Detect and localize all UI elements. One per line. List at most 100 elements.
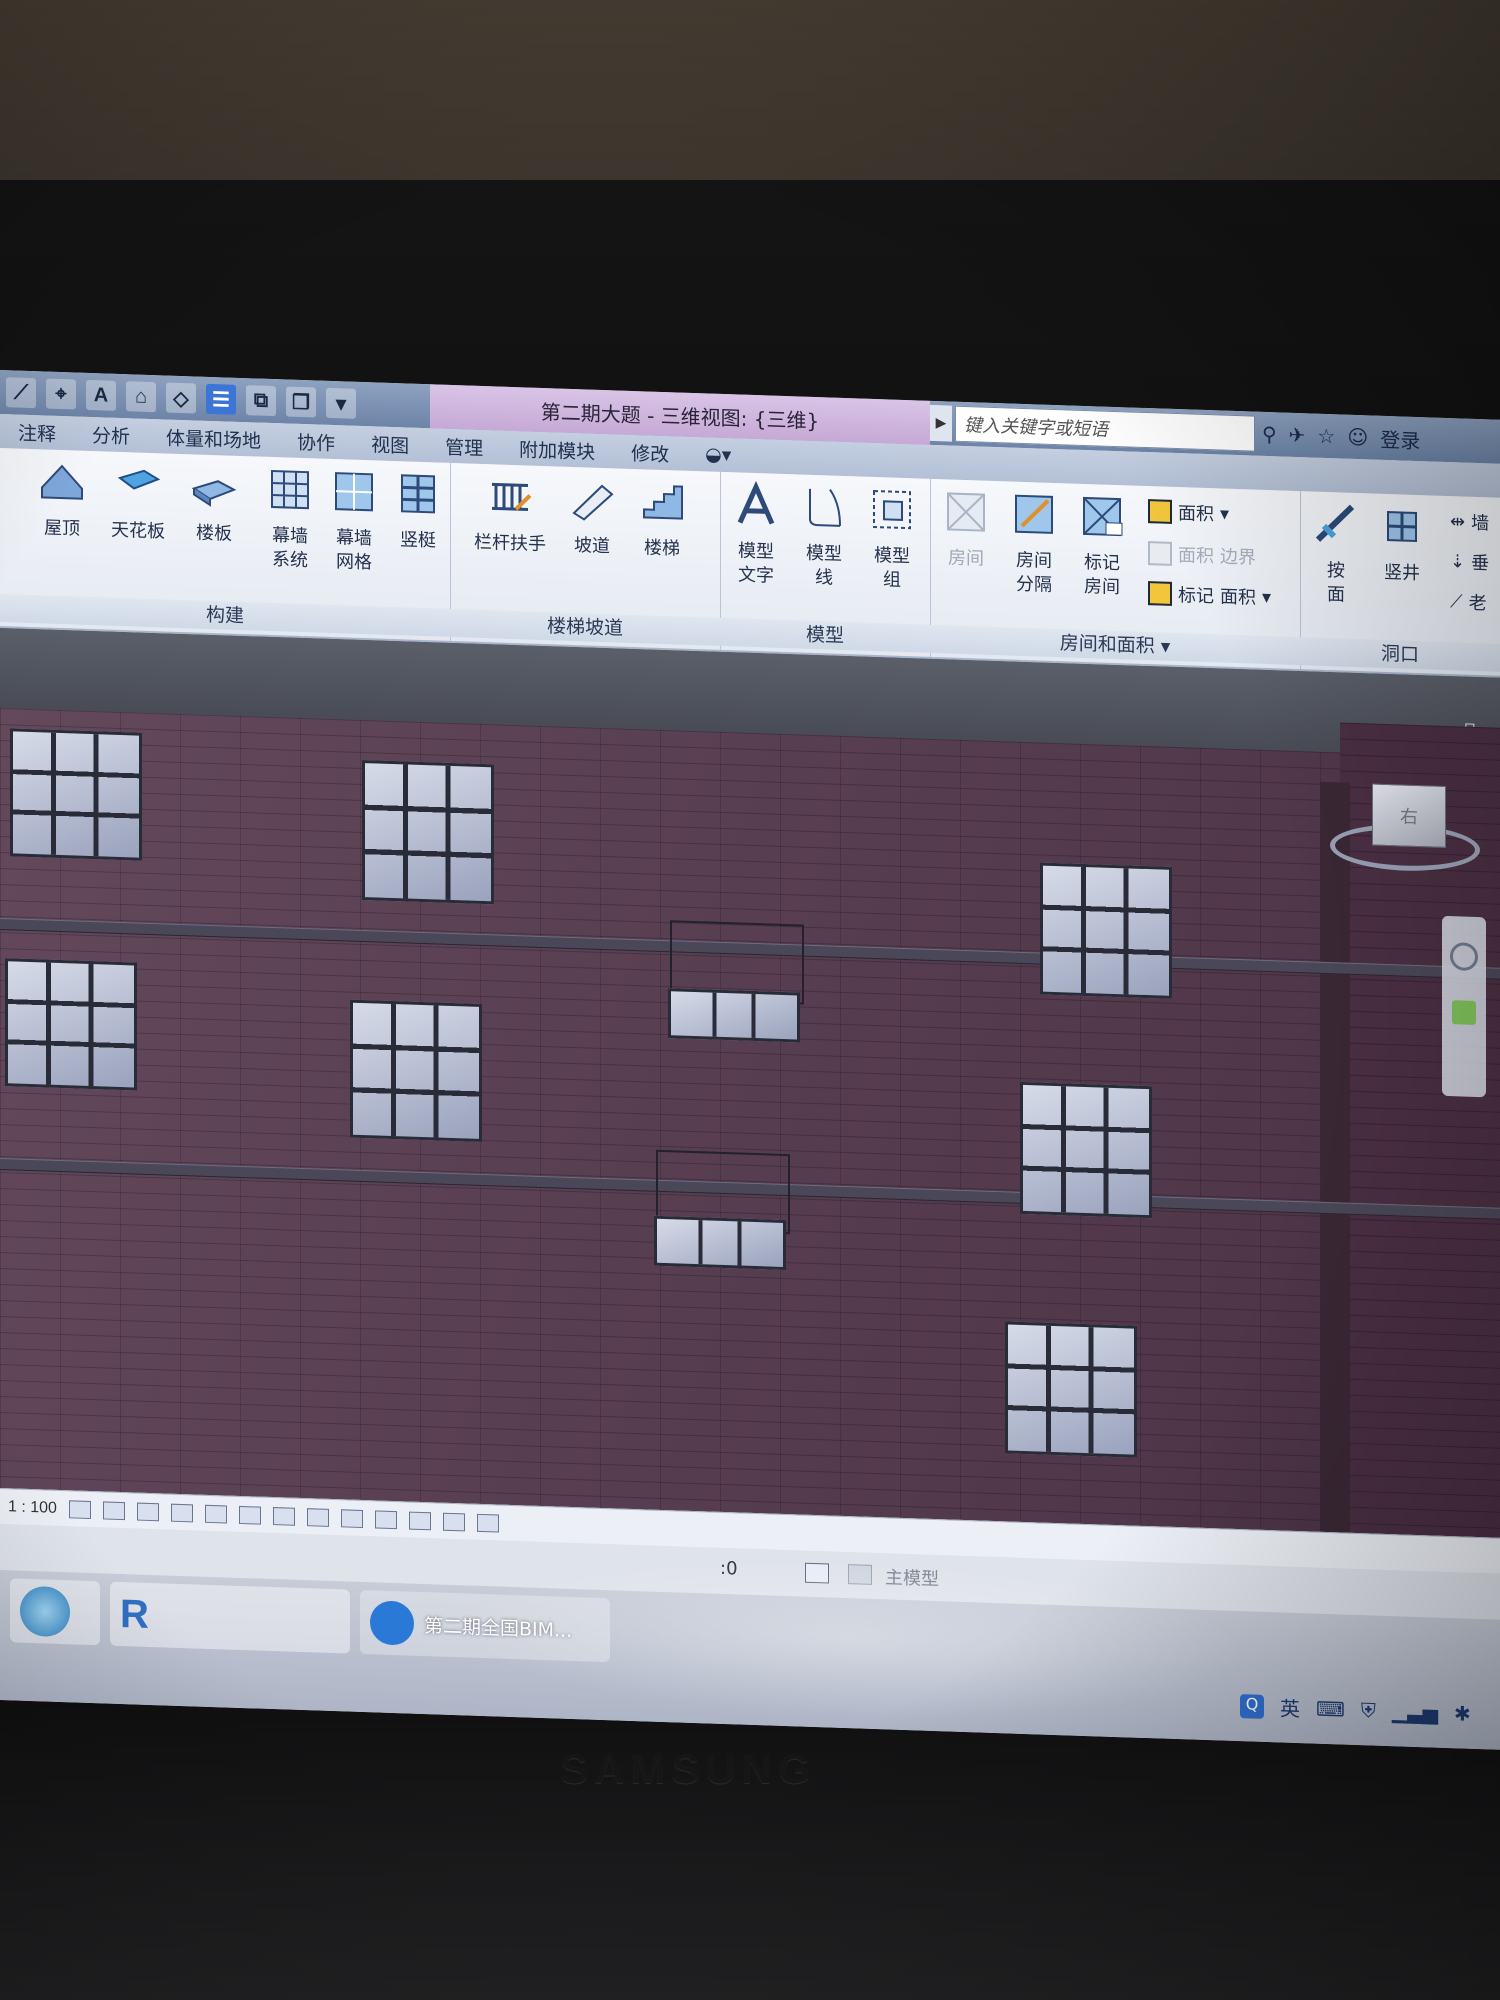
panel-room-area-title[interactable]: 房间和面积 ▾: [930, 624, 1300, 666]
qq-icon[interactable]: Q: [1240, 1693, 1264, 1719]
taskbar-document[interactable]: 第二期全国BIM...: [360, 1589, 610, 1663]
window[interactable]: [1020, 1081, 1152, 1219]
tag-area-button[interactable]: 标记 面积 ▾: [1148, 578, 1271, 612]
visual-style-icon[interactable]: [102, 1500, 125, 1520]
detail-level-icon[interactable]: [68, 1499, 91, 1519]
workset-icon[interactable]: [848, 1564, 872, 1585]
window[interactable]: [5, 958, 137, 1091]
subscription-icon[interactable]: ✈: [1289, 423, 1306, 448]
tab-view[interactable]: 视图: [353, 426, 427, 462]
shaft-button[interactable]: 竖井: [1370, 501, 1434, 586]
customize-qat-icon[interactable]: ▾: [326, 387, 356, 419]
taskbar-revit[interactable]: R: [110, 1581, 350, 1654]
highlight-displacement-icon[interactable]: [442, 1512, 465, 1531]
model-text-button[interactable]: 模型 文字: [724, 480, 788, 589]
curtain-system-button[interactable]: 幕墙 系统: [258, 465, 322, 574]
window[interactable]: [350, 999, 482, 1142]
binoculars-icon[interactable]: ⚲: [1262, 422, 1277, 446]
dimension-icon[interactable]: ⌖: [46, 378, 76, 410]
active-workset[interactable]: 主模型: [885, 1563, 939, 1591]
tab-manage[interactable]: 管理: [427, 428, 501, 464]
tab-modify[interactable]: 修改: [613, 434, 687, 470]
window[interactable]: [1005, 1321, 1137, 1458]
reveal-hidden-icon[interactable]: [374, 1509, 397, 1529]
3d-viewport[interactable]: — ▫ 右: [0, 628, 1500, 1538]
reveal-constraints-icon[interactable]: [476, 1513, 499, 1533]
revit-icon: R: [120, 1591, 149, 1637]
model-line-button[interactable]: 模型 线: [792, 482, 856, 591]
floor-button[interactable]: 楼板: [182, 462, 246, 547]
ramp-button[interactable]: 坡道: [560, 475, 624, 560]
window-lower[interactable]: [654, 1215, 786, 1271]
viewcube[interactable]: 右: [1372, 783, 1446, 848]
tab-addins[interactable]: 附加模块: [501, 431, 613, 469]
model-group-label-1: 模型: [874, 544, 910, 568]
crop-view-icon[interactable]: [238, 1505, 261, 1525]
text-tool-icon[interactable]: A: [86, 379, 116, 411]
panel-circulation-title: 楼梯坡道: [450, 608, 720, 646]
wall-opening-button[interactable]: ⇹ 墙: [1450, 506, 1489, 537]
tab-collaborate[interactable]: 协作: [279, 423, 353, 459]
wps-icon: [370, 1600, 414, 1646]
room-separator-button[interactable]: 房间 分隔: [1002, 489, 1066, 598]
tab-massing-site[interactable]: 体量和场地: [148, 419, 279, 457]
shadows-icon[interactable]: [170, 1503, 193, 1522]
window[interactable]: [10, 728, 142, 861]
area-boundary-button[interactable]: 面积 边界: [1148, 538, 1256, 572]
navigation-bar[interactable]: [1442, 915, 1486, 1098]
area-button[interactable]: 面积 ▾: [1148, 496, 1229, 529]
security-shield-icon[interactable]: ⛨: [1361, 1698, 1376, 1722]
ribbon-minimize-icon[interactable]: ◒▾: [687, 437, 749, 473]
switch-windows-icon[interactable]: ❐: [286, 386, 316, 418]
section-icon[interactable]: ◇: [166, 382, 196, 414]
default-3d-view-icon[interactable]: ⌂: [126, 381, 156, 413]
stair-button[interactable]: 楼梯: [630, 477, 694, 562]
dormer-opening-button[interactable]: ⟋ 老: [1450, 586, 1487, 617]
close-hidden-windows-icon[interactable]: ⧉: [246, 385, 276, 417]
design-options-icon[interactable]: [805, 1562, 829, 1584]
user-icon[interactable]: ☺: [1347, 425, 1368, 450]
model-group-button[interactable]: 模型 组: [860, 485, 924, 594]
start-button[interactable]: [10, 1578, 100, 1646]
room-button[interactable]: 房间: [934, 487, 998, 572]
analytical-model-icon[interactable]: [408, 1511, 431, 1530]
network-signal-icon[interactable]: ▁▃▅: [1392, 1699, 1438, 1725]
lock-3d-view-icon[interactable]: [306, 1507, 329, 1527]
tag-area-dropdown-icon[interactable]: ▾: [1262, 586, 1271, 607]
curtain-system-label-2: 系统: [272, 549, 308, 572]
temporary-hide-icon[interactable]: [340, 1508, 363, 1528]
mullion-button[interactable]: 竖梃: [386, 469, 450, 554]
ime-indicator[interactable]: 英: [1280, 1692, 1300, 1722]
railing-button[interactable]: 栏杆扶手: [470, 472, 550, 558]
window-lower[interactable]: [668, 988, 800, 1043]
window[interactable]: [1040, 862, 1172, 999]
opening-by-face-button[interactable]: 按 面: [1304, 499, 1368, 608]
curtain-grid-button[interactable]: 幕墙 网格: [322, 467, 386, 576]
show-crop-region-icon[interactable]: [272, 1506, 295, 1526]
area-dropdown-icon[interactable]: ▾: [1220, 503, 1229, 524]
thin-lines-icon[interactable]: ☰: [206, 383, 236, 415]
start-orb-icon: [20, 1585, 70, 1638]
window[interactable]: [362, 760, 494, 905]
tab-analyze[interactable]: 分析: [74, 416, 148, 452]
favorites-star-icon[interactable]: ☆: [1317, 424, 1335, 449]
bluetooth-icon[interactable]: ✱: [1454, 1701, 1471, 1726]
monitor-brand: SAMSUNG: [560, 1745, 817, 1792]
login-link[interactable]: 登录: [1380, 423, 1420, 453]
zoom-icon[interactable]: [1452, 1000, 1476, 1025]
keyboard-icon[interactable]: ⌨: [1316, 1696, 1345, 1721]
system-tray: Q 英 ⌨ ⛨ ▁▃▅ ✱: [1240, 1691, 1471, 1728]
view-scale[interactable]: 1 : 100: [8, 1498, 57, 1518]
tag-room-button[interactable]: 标记 房间: [1070, 491, 1134, 600]
help-search-input[interactable]: 键入关键字或短语: [955, 405, 1255, 452]
ceiling-button[interactable]: 天花板: [106, 460, 170, 545]
sun-path-icon[interactable]: [136, 1502, 159, 1521]
steering-wheel-icon[interactable]: [1450, 942, 1478, 972]
render-icon[interactable]: [204, 1504, 227, 1524]
measure-icon[interactable]: ⟋: [6, 377, 36, 409]
opening-by-face-label-2: 面: [1327, 584, 1345, 606]
vertical-opening-button[interactable]: ⇣ 垂: [1450, 546, 1489, 577]
roof-button[interactable]: 屋顶: [30, 457, 94, 542]
tab-annotate[interactable]: 注释: [0, 414, 74, 450]
search-expand-icon[interactable]: ▶: [930, 404, 952, 442]
